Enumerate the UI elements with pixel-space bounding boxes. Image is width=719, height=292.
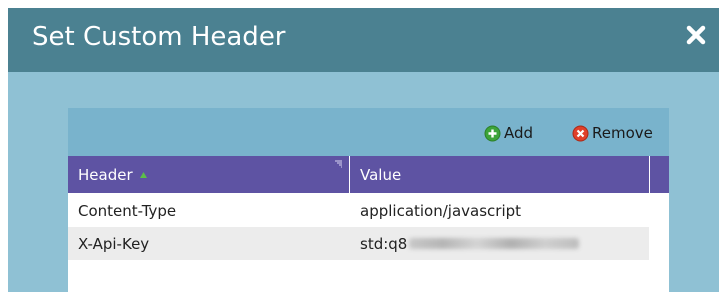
value-cell[interactable]: application/javascript — [350, 194, 650, 227]
column-header-label: Header — [78, 165, 133, 184]
add-label: Add — [504, 124, 534, 142]
column-menu-icon[interactable] — [334, 160, 343, 169]
add-button[interactable]: Add — [484, 123, 533, 143]
remove-icon — [572, 125, 589, 141]
table-row[interactable]: Content-Type application/javascript — [68, 194, 649, 227]
value-cell[interactable]: std:q8 — [350, 227, 650, 260]
headers-panel: Add Remove Header Value Content-Type app… — [68, 108, 669, 292]
table-row[interactable]: X-Api-Key std:q8 — [68, 227, 649, 260]
header-cell[interactable]: X-Api-Key — [68, 227, 350, 260]
remove-button[interactable]: Remove — [572, 123, 653, 143]
redacted-value — [409, 238, 580, 249]
column-header-header[interactable]: Header — [68, 156, 350, 193]
remove-label: Remove — [592, 124, 653, 142]
close-icon[interactable] — [685, 24, 707, 46]
table-header: Header Value — [68, 156, 669, 193]
custom-header-dialog: Set Custom Header Add Remove Header Valu… — [8, 8, 719, 292]
dialog-title: Set Custom Header — [32, 22, 286, 52]
dialog-titlebar: Set Custom Header — [8, 8, 719, 72]
add-icon — [484, 125, 501, 141]
sort-icon — [139, 171, 147, 178]
header-cell[interactable]: Content-Type — [68, 194, 350, 227]
grid-toolbar: Add Remove — [68, 108, 669, 156]
api-key-value: std:q8 — [360, 234, 408, 253]
column-header-value[interactable]: Value — [350, 156, 650, 193]
column-value-label: Value — [360, 165, 402, 184]
